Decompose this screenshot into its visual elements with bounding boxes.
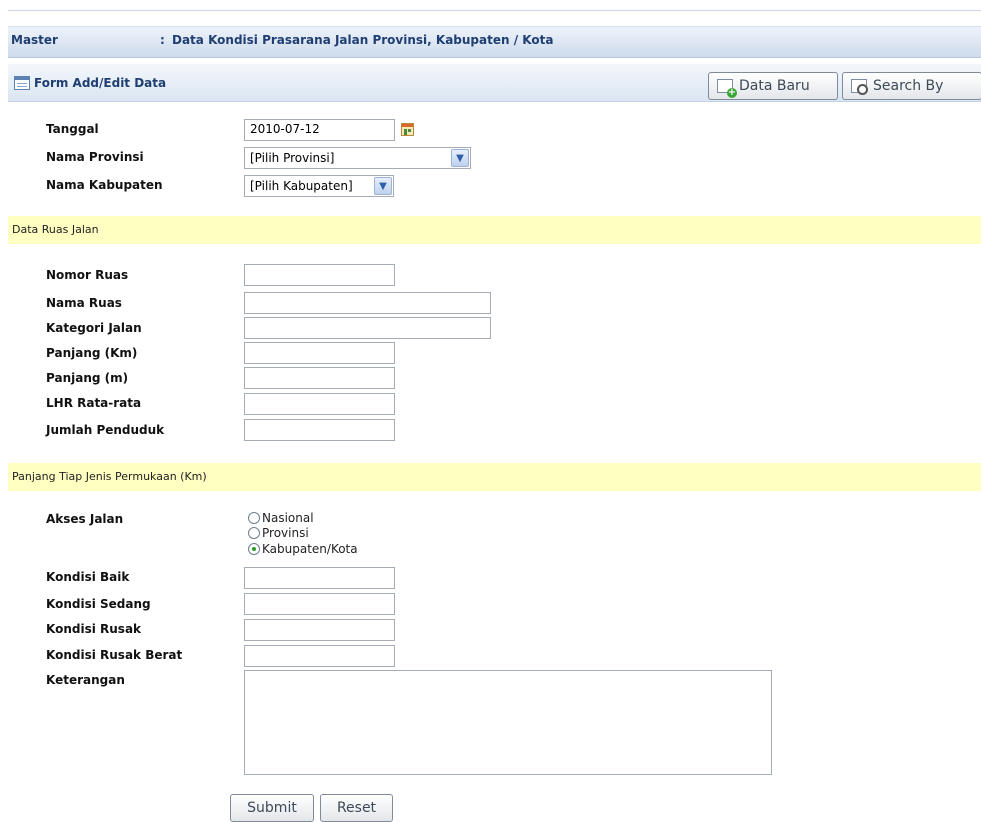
radio-button[interactable] (248, 512, 260, 524)
panjang-m-label: Panjang (m) (46, 371, 129, 385)
new-document-icon (717, 79, 737, 98)
search-by-button[interactable]: Search By (842, 72, 981, 100)
master-header-bar: Master : Data Kondisi Prasarana Jalan Pr… (8, 26, 981, 58)
radio-label: Provinsi (262, 526, 309, 540)
radio-button[interactable] (248, 527, 260, 539)
kondisi-rusak-berat-input[interactable] (244, 645, 395, 667)
chevron-down-icon[interactable]: ▼ (451, 149, 469, 167)
jumlah-penduduk-input[interactable] (244, 419, 395, 441)
provinsi-select-value: [Pilih Provinsi] (250, 151, 335, 165)
lhr-input[interactable] (244, 393, 395, 415)
panjang-m-input[interactable] (244, 367, 395, 389)
jumlah-penduduk-label: Jumlah Penduduk (46, 423, 165, 437)
kondisi-rusak-label: Kondisi Rusak (46, 622, 142, 636)
new-data-button[interactable]: Data Baru (708, 72, 838, 100)
section-header-permukaan: Panjang Tiap Jenis Permukaan (Km) (8, 463, 981, 491)
reset-button[interactable]: Reset (320, 794, 393, 822)
akses-jalan-label: Akses Jalan (46, 512, 124, 526)
kabupaten-select[interactable]: [Pilih Kabupaten] ▼ (244, 175, 394, 197)
form-title: Form Add/Edit Data (34, 76, 167, 90)
provinsi-label: Nama Provinsi (46, 150, 144, 164)
kondisi-sedang-input[interactable] (244, 593, 395, 615)
submit-button[interactable]: Submit (230, 794, 314, 822)
page-title: Data Kondisi Prasarana Jalan Provinsi, K… (172, 33, 554, 47)
top-divider (8, 10, 981, 11)
kondisi-baik-input[interactable] (244, 567, 395, 589)
search-by-button-label: Search By (873, 78, 944, 94)
kondisi-rusak-berat-label: Kondisi Rusak Berat (46, 648, 183, 662)
radio-provinsi[interactable]: Provinsi (248, 526, 309, 540)
form-toolbar: Form Add/Edit Data Data Baru Search By (8, 64, 981, 102)
kabupaten-select-value: [Pilih Kabupaten] (250, 179, 353, 193)
panjang-km-label: Panjang (Km) (46, 346, 138, 360)
tanggal-input[interactable]: 2010-07-12 (244, 119, 395, 141)
section-header-ruas: Data Ruas Jalan (8, 216, 981, 244)
keterangan-textarea[interactable] (244, 670, 772, 775)
tanggal-label: Tanggal (46, 122, 99, 136)
new-data-button-label: Data Baru (739, 78, 810, 94)
kategori-jalan-input[interactable] (244, 317, 491, 339)
lhr-label: LHR Rata-rata (46, 396, 142, 410)
calendar-icon[interactable] (401, 123, 414, 136)
radio-kabupaten-kota[interactable]: Kabupaten/Kota (248, 542, 358, 556)
search-icon (851, 79, 868, 95)
kondisi-rusak-input[interactable] (244, 619, 395, 641)
kabupaten-label: Nama Kabupaten (46, 178, 163, 192)
radio-label: Kabupaten/Kota (262, 542, 358, 556)
keterangan-label: Keterangan (46, 673, 125, 687)
radio-nasional[interactable]: Nasional (248, 511, 314, 525)
master-label: Master (11, 33, 58, 47)
nama-ruas-label: Nama Ruas (46, 296, 122, 310)
form-icon (14, 76, 30, 90)
nama-ruas-input[interactable] (244, 292, 491, 314)
nomor-ruas-label: Nomor Ruas (46, 268, 129, 282)
radio-label: Nasional (262, 511, 314, 525)
kondisi-sedang-label: Kondisi Sedang (46, 597, 151, 611)
master-separator: : (160, 33, 165, 47)
kategori-jalan-label: Kategori Jalan (46, 321, 142, 335)
panjang-km-input[interactable] (244, 342, 395, 364)
provinsi-select[interactable]: [Pilih Provinsi] ▼ (244, 147, 471, 169)
chevron-down-icon[interactable]: ▼ (374, 177, 392, 195)
radio-button-selected[interactable] (248, 543, 260, 555)
kondisi-baik-label: Kondisi Baik (46, 570, 130, 584)
nomor-ruas-input[interactable] (244, 264, 395, 286)
